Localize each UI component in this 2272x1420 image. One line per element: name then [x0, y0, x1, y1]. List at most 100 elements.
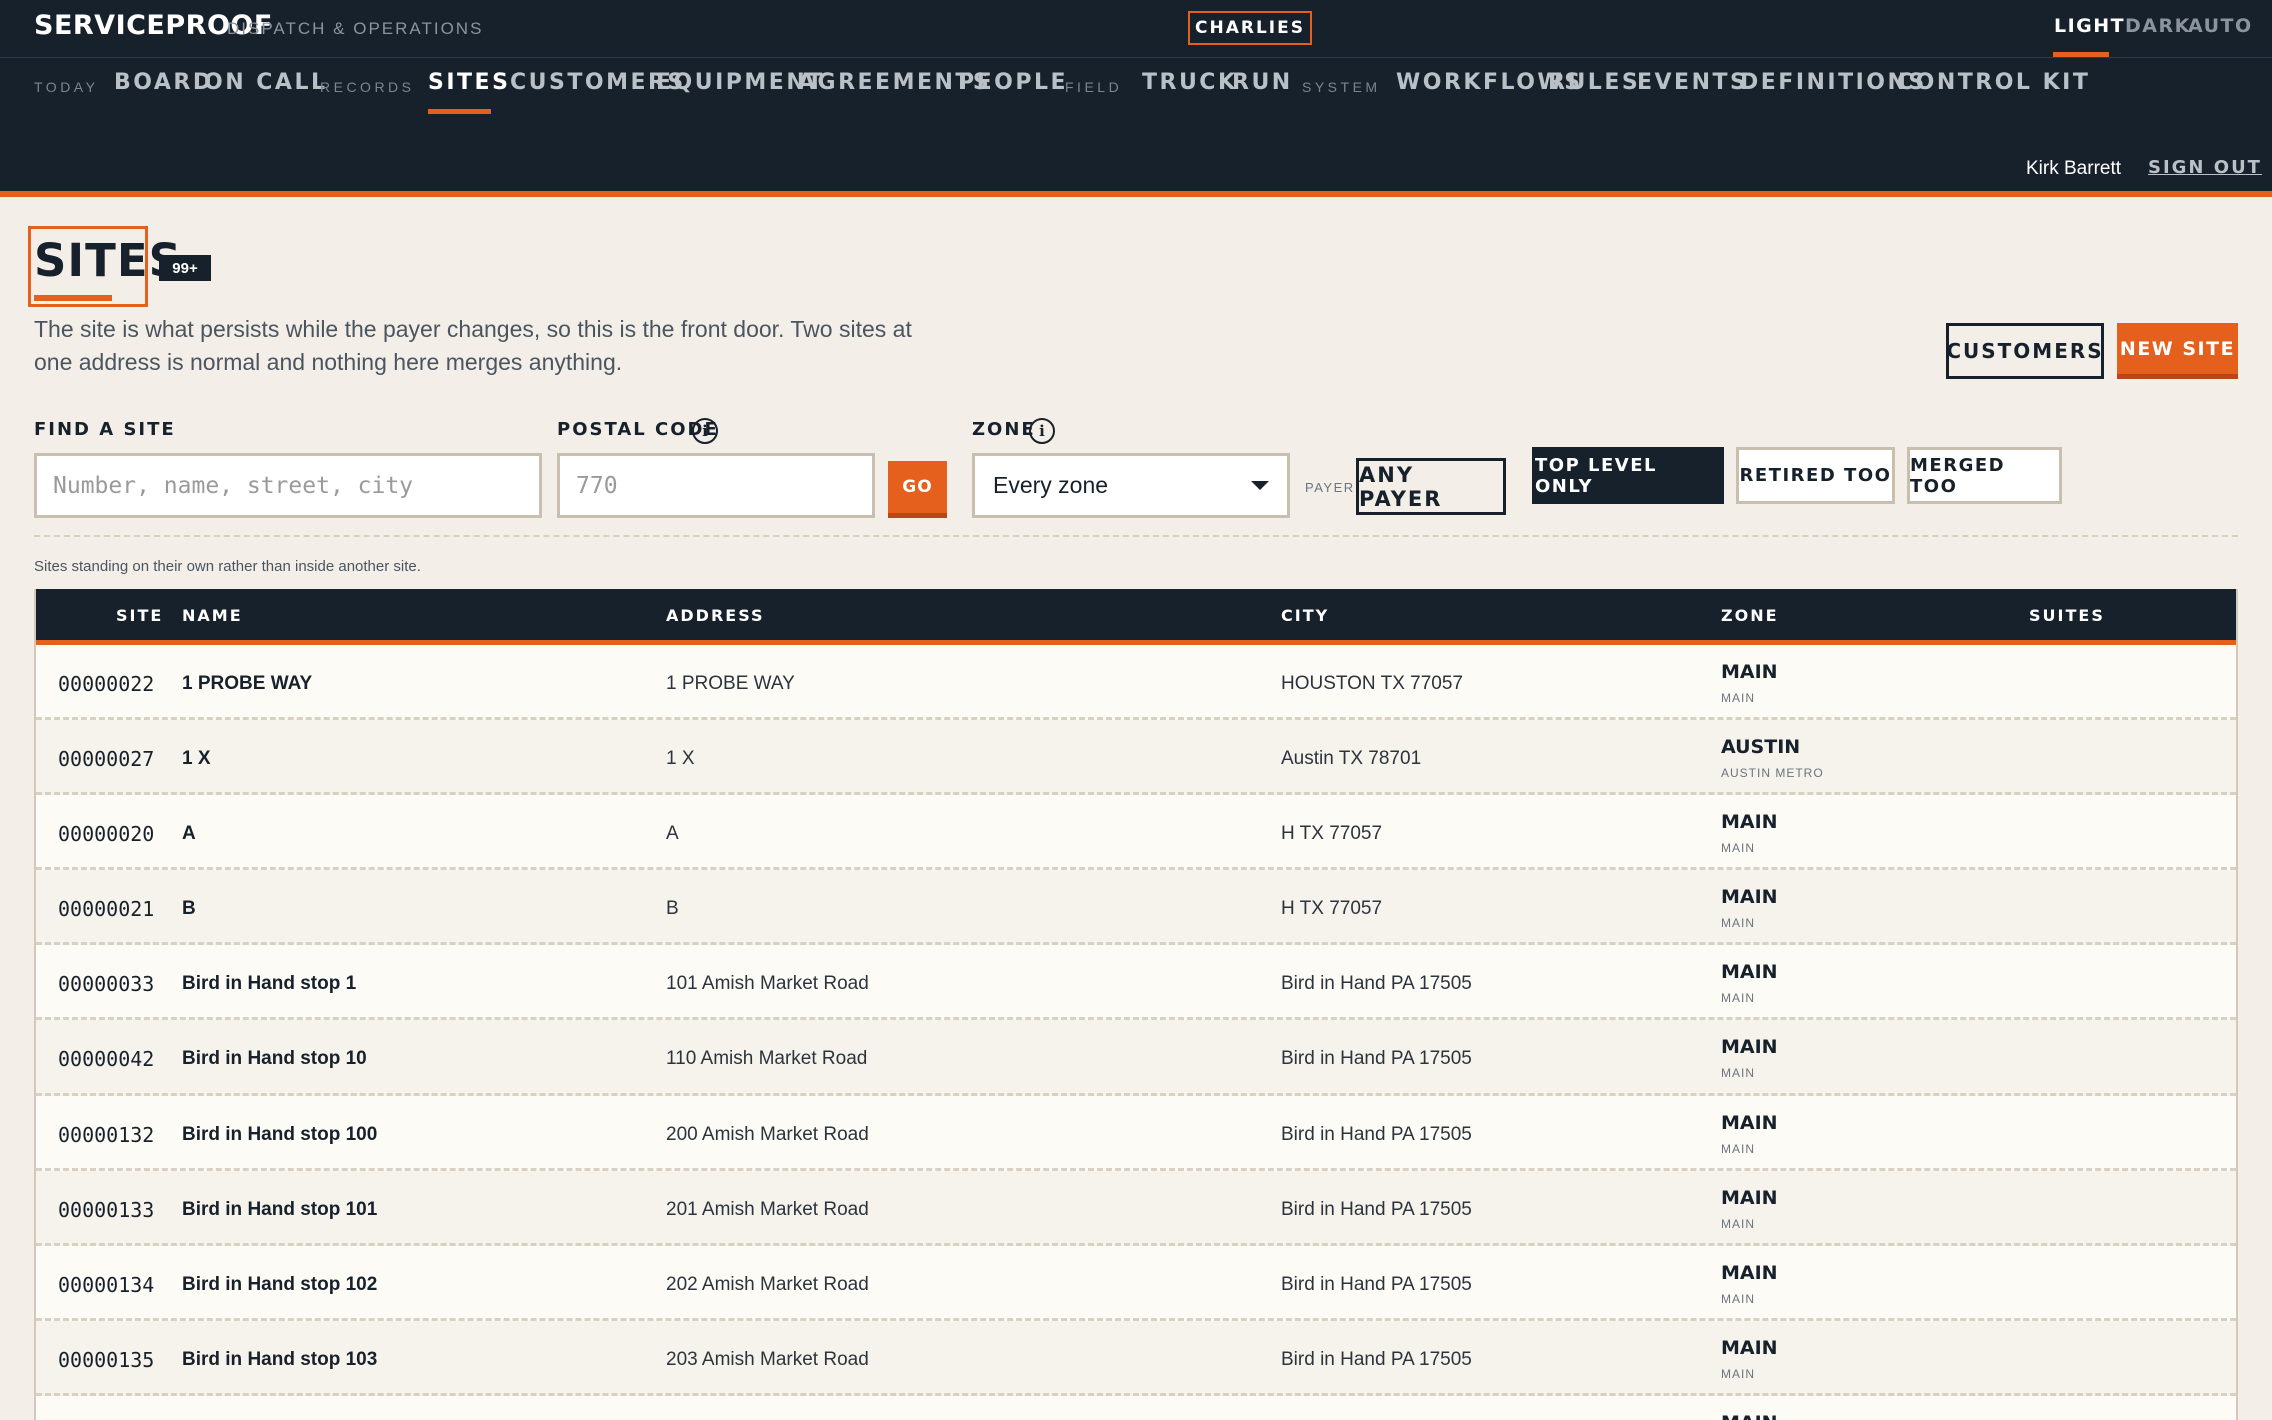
- theme-dark[interactable]: DARK: [2125, 15, 2191, 37]
- table-body: 00000022 1 PROBE WAY 1 PROBE WAY HOUSTON TX…: [36, 645, 2236, 1420]
- row-site-number: 00000020: [58, 822, 155, 847]
- row-site-name[interactable]: A: [182, 823, 196, 845]
- sites-table: SITE NAME ADDRESS CITY ZONE SUITES 00000…: [34, 589, 2238, 1420]
- row-zone: MAIN: [1721, 1261, 1778, 1284]
- filter-hint: Sites standing on their own rather than …: [34, 558, 421, 575]
- page-intro: The site is what persists while the paye…: [34, 316, 912, 375]
- col-suites[interactable]: SUITES: [2029, 606, 2105, 625]
- row-site-name[interactable]: Bird in Hand stop 102: [182, 1274, 377, 1296]
- row-site-name[interactable]: B: [182, 898, 196, 920]
- toggle-retired-too[interactable]: RETIRED TOO: [1736, 447, 1895, 504]
- sign-out-link[interactable]: SIGN OUT: [2148, 157, 2262, 178]
- any-payer-button[interactable]: ANY PAYER: [1356, 458, 1506, 515]
- row-address: 101 Amish Market Road: [666, 973, 869, 995]
- row-site-number: 00000027: [58, 747, 155, 772]
- row-zone-detail: AUSTIN METRO: [1721, 766, 1824, 781]
- nav-on-call[interactable]: ON CALL: [204, 70, 327, 95]
- row-zone-detail: MAIN: [1721, 1291, 1755, 1306]
- tenant-badge[interactable]: CHARLIES: [1188, 11, 1312, 45]
- row-site-number: 00000133: [58, 1197, 155, 1222]
- table-row[interactable]: 00000134 Bird in Hand stop 102 202 Amish M…: [36, 1245, 2236, 1321]
- theme-auto[interactable]: AUTO: [2188, 15, 2253, 37]
- row-site-name[interactable]: Bird in Hand stop 101: [182, 1199, 377, 1221]
- row-site-number: 00000042: [58, 1047, 155, 1072]
- row-zone: MAIN: [1721, 1036, 1778, 1059]
- filters-divider: [34, 535, 2238, 537]
- nav-group-system: SYSTEM: [1302, 79, 1381, 95]
- row-city: Bird in Hand PA 17505: [1281, 1048, 1472, 1070]
- toggle-top-level-only[interactable]: TOP LEVEL ONLY: [1532, 447, 1724, 504]
- row-address: 110 Amish Market Road: [666, 1048, 868, 1070]
- table-row[interactable]: 00000135 Bird in Hand stop 103 203 Amish M…: [36, 1320, 2236, 1396]
- col-zone[interactable]: ZONE: [1721, 606, 1779, 625]
- col-site[interactable]: SITE: [116, 606, 163, 625]
- nav-divider: [0, 57, 2272, 58]
- col-address[interactable]: ADDRESS: [666, 606, 765, 625]
- row-city: Bird in Hand PA 17505: [1281, 973, 1472, 995]
- table-row[interactable]: 00000022 1 PROBE WAY 1 PROBE WAY HOUSTON TX…: [36, 645, 2236, 721]
- go-button[interactable]: GO: [888, 461, 947, 518]
- nav-active-indicator: [428, 109, 491, 114]
- table-row[interactable]: 00000133 Bird in Hand stop 101 201 Amish M…: [36, 1170, 2236, 1246]
- table-row[interactable]: 00000020 A A H TX 77057 MAIN MAIN: [36, 795, 2236, 871]
- nav-rules[interactable]: RULES: [1548, 70, 1640, 95]
- find-site-input[interactable]: [34, 453, 542, 518]
- toggle-merged-too[interactable]: MERGED TOO: [1907, 447, 2062, 504]
- row-city: H TX 77057: [1281, 898, 1383, 920]
- row-site-number: 00000132: [58, 1122, 155, 1147]
- table-row[interactable]: MAIN: [36, 1395, 2236, 1420]
- row-zone-detail: MAIN: [1721, 1066, 1755, 1081]
- col-city[interactable]: CITY: [1281, 606, 1329, 625]
- user-name: Kirk Barrett: [2026, 158, 2122, 179]
- row-zone: AUSTIN: [1721, 736, 1801, 759]
- row-zone: MAIN: [1721, 811, 1778, 834]
- table-row[interactable]: 00000042 Bird in Hand stop 10 110 Amish Ma…: [36, 1020, 2236, 1096]
- zone-label: ZONE: [972, 419, 1036, 440]
- nav-people[interactable]: PEOPLE: [958, 70, 1068, 95]
- zone-select[interactable]: Every zone: [972, 453, 1290, 518]
- row-zone: MAIN: [1721, 886, 1778, 909]
- row-site-name[interactable]: Bird in Hand stop 100: [182, 1124, 377, 1146]
- postal-info-icon[interactable]: i: [692, 418, 718, 444]
- row-address: 203 Amish Market Road: [666, 1348, 869, 1370]
- row-address: 200 Amish Market Road: [666, 1123, 869, 1145]
- nav-control-kit[interactable]: CONTROL KIT: [1897, 70, 2090, 95]
- new-site-button[interactable]: NEW SITE: [2117, 323, 2238, 379]
- row-zone-detail: MAIN: [1721, 1366, 1755, 1381]
- zone-info-icon[interactable]: i: [1029, 418, 1055, 444]
- nav-run[interactable]: RUN: [1232, 70, 1293, 95]
- row-zone-detail: MAIN: [1721, 691, 1755, 705]
- postal-code-input[interactable]: [557, 453, 875, 518]
- table-row[interactable]: 00000033 Bird in Hand stop 1 101 Amish Mar…: [36, 945, 2236, 1021]
- count-badge: 99+: [159, 255, 211, 281]
- row-site-name[interactable]: 1 X: [182, 748, 211, 770]
- row-site-number: 00000022: [58, 672, 155, 696]
- nav-board[interactable]: BOARD: [114, 70, 214, 95]
- table-row[interactable]: 00000021 B B H TX 77057 MAIN MAIN: [36, 870, 2236, 946]
- customers-button[interactable]: CUSTOMERS: [1946, 323, 2104, 379]
- row-site-name[interactable]: 1 PROBE WAY: [182, 673, 312, 695]
- table-row[interactable]: 00000027 1 X 1 X Austin TX 78701 AUSTIN AUSTI…: [36, 720, 2236, 796]
- nav-group-records: RECORDS: [320, 79, 415, 95]
- row-site-number: 00000021: [58, 897, 155, 922]
- row-site-name[interactable]: Bird in Hand stop 103: [182, 1349, 377, 1371]
- nav-sites[interactable]: SITES: [428, 70, 510, 95]
- nav-events[interactable]: EVENTS: [1637, 70, 1748, 95]
- theme-light[interactable]: LIGHT: [2054, 15, 2125, 37]
- row-address: 1 X: [666, 748, 695, 770]
- nav-group-today: TODAY: [34, 79, 99, 95]
- row-zone-detail: MAIN: [1721, 1141, 1755, 1156]
- row-zone: MAIN: [1721, 661, 1778, 683]
- row-site-name[interactable]: Bird in Hand stop 1: [182, 973, 356, 995]
- col-name[interactable]: NAME: [182, 606, 243, 625]
- nav-truck[interactable]: TRUCK: [1142, 70, 1238, 95]
- row-city: Bird in Hand PA 17505: [1281, 1273, 1472, 1295]
- row-city: Bird in Hand PA 17505: [1281, 1348, 1472, 1370]
- table-header: SITE NAME ADDRESS CITY ZONE SUITES: [36, 589, 2236, 645]
- table-row[interactable]: 00000132 Bird in Hand stop 100 200 Amish M…: [36, 1095, 2236, 1171]
- row-zone: MAIN: [1721, 1111, 1778, 1134]
- row-city: HOUSTON TX 77057: [1281, 673, 1463, 694]
- row-zone: MAIN: [1721, 1412, 1778, 1420]
- row-city: Bird in Hand PA 17505: [1281, 1123, 1472, 1145]
- row-site-name[interactable]: Bird in Hand stop 10: [182, 1048, 367, 1070]
